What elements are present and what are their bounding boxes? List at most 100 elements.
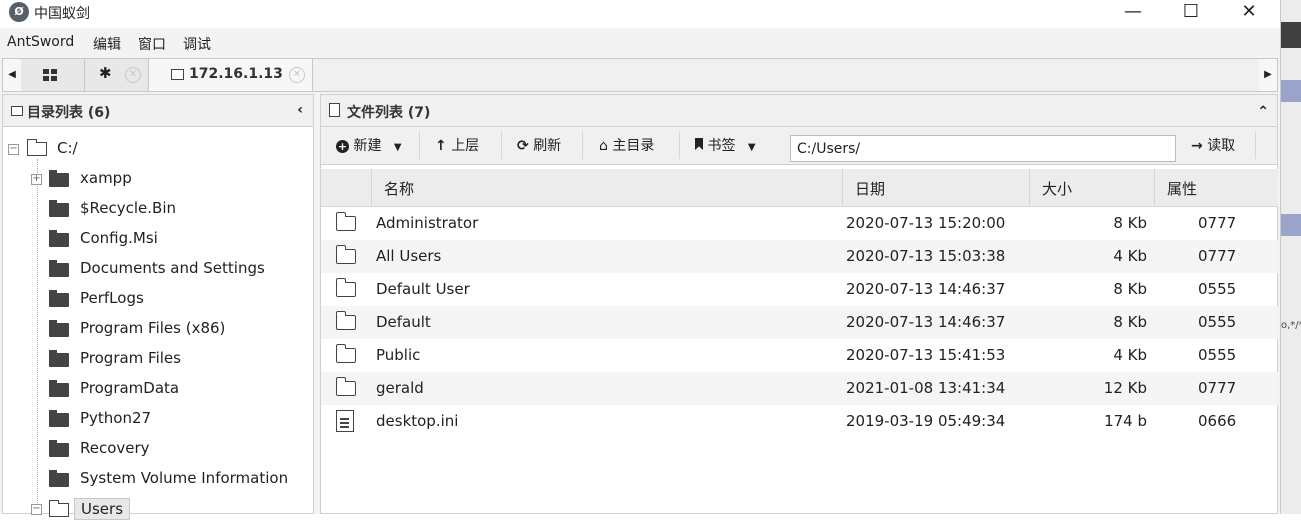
new-button[interactable]: + 新建 ▼ xyxy=(336,135,402,155)
home-directory-button[interactable]: ⌂ 主目录 xyxy=(599,135,654,155)
collapse-tree-icon[interactable]: − xyxy=(31,504,42,515)
file-size: 8 Kb xyxy=(1113,280,1147,298)
bookmark-button[interactable]: 书签 ▼ xyxy=(695,135,756,155)
folder-open-icon xyxy=(48,500,69,517)
tree-item-label: PerfLogs xyxy=(80,289,144,307)
minimize-button[interactable]: — xyxy=(1104,0,1162,28)
column-header-attributes[interactable]: 属性 xyxy=(1154,169,1278,207)
folder-icon xyxy=(335,245,356,264)
antsword-logo-icon: Ø xyxy=(9,2,29,22)
directory-panel-header: 目录列表 (6) ‹ xyxy=(3,95,313,127)
tree-item-programdata[interactable]: ProgramData xyxy=(3,374,313,404)
file-name: gerald xyxy=(376,379,424,397)
table-row[interactable]: Default User 2020-07-13 14:46:37 8 Kb 05… xyxy=(321,273,1278,306)
folder-icon xyxy=(49,380,69,397)
tab-shell-close-icon[interactable]: ✕ xyxy=(289,67,305,83)
home-button-label: 主目录 xyxy=(612,138,655,154)
path-input[interactable] xyxy=(790,135,1176,162)
folder-icon xyxy=(49,290,69,307)
file-date: 2021-01-08 13:41:34 xyxy=(846,379,1006,397)
tab-scroll-left-button[interactable]: ◀ xyxy=(3,59,21,91)
collapse-left-icon[interactable]: ‹ xyxy=(297,102,303,118)
tree-item-program-files[interactable]: Program Files xyxy=(3,344,313,374)
menu-debug[interactable]: 调试 xyxy=(183,34,211,54)
tab-settings-close-icon[interactable]: ✕ xyxy=(125,67,141,83)
maximize-button[interactable]: ☐ xyxy=(1162,0,1220,28)
tree-item-program-files-x86[interactable]: Program Files (x86) xyxy=(3,314,313,344)
table-row[interactable]: All Users 2020-07-13 15:03:38 4 Kb 0777 xyxy=(321,240,1278,273)
file-date: 2020-07-13 14:46:37 xyxy=(846,280,1006,298)
tree-item-python27[interactable]: Python27 xyxy=(3,404,313,434)
background-highlight-bar xyxy=(1281,214,1301,236)
tree-item-users[interactable]: − Users xyxy=(3,494,313,524)
column-header-size[interactable]: 大小 xyxy=(1029,169,1154,207)
tree-item-label: $Recycle.Bin xyxy=(80,199,177,217)
arrow-up-icon: ↑ xyxy=(435,138,447,154)
tree-item-config-msi[interactable]: Config.Msi xyxy=(3,224,313,254)
caret-down-icon: ▼ xyxy=(393,142,402,153)
table-row[interactable]: Administrator 2020-07-13 15:20:00 8 Kb 0… xyxy=(321,207,1278,240)
tree-item-label: xampp xyxy=(80,169,132,187)
table-row[interactable]: Public 2020-07-13 15:41:53 4 Kb 0555 xyxy=(321,339,1278,372)
column-header-date[interactable]: 日期 xyxy=(842,169,1029,207)
menu-edit[interactable]: 编辑 xyxy=(93,34,121,54)
tree-item-root[interactable]: − C:/ xyxy=(3,134,313,164)
folder-icon xyxy=(49,320,69,337)
file-attributes: 0666 xyxy=(1198,412,1237,430)
file-name: Default User xyxy=(376,280,470,298)
file-name: Default xyxy=(376,313,431,331)
up-button[interactable]: ↑ 上层 xyxy=(435,135,479,155)
folder-icon xyxy=(335,344,356,363)
file-date: 2020-07-13 15:03:38 xyxy=(846,247,1006,265)
read-button[interactable]: → 读取 xyxy=(1191,135,1235,155)
file-attributes: 0777 xyxy=(1198,247,1237,265)
table-row[interactable]: gerald 2021-01-08 13:41:34 12 Kb 0777 xyxy=(321,372,1278,405)
refresh-icon: ⟳ xyxy=(517,138,529,154)
file-panel-title: 文件列表 (7) xyxy=(347,105,431,121)
bookmark-button-label: 书签 xyxy=(707,138,736,154)
table-row[interactable]: desktop.ini 2019-03-19 05:49:34 174 b 06… xyxy=(321,405,1278,438)
file-size: 4 Kb xyxy=(1113,247,1147,265)
bookmark-icon xyxy=(695,138,703,150)
expand-tree-icon[interactable]: + xyxy=(31,174,42,185)
tree-item-recovery[interactable]: Recovery xyxy=(3,434,313,464)
tree-item-xampp[interactable]: + xampp xyxy=(3,164,313,194)
tree-item-recycle-bin[interactable]: $Recycle.Bin xyxy=(3,194,313,224)
menu-window[interactable]: 窗口 xyxy=(138,34,166,54)
menu-antsword[interactable]: AntSword xyxy=(7,34,74,50)
grid-icon xyxy=(43,69,57,81)
tab-scroll-right-button[interactable]: ▶ xyxy=(1259,59,1277,91)
collapse-tree-icon[interactable]: − xyxy=(8,144,19,155)
column-header-name[interactable]: 名称 xyxy=(371,169,842,207)
tab-shell-172-16-1-13[interactable]: 172.16.1.13 ✕ xyxy=(149,59,313,91)
tab-home[interactable] xyxy=(21,59,85,91)
directory-panel: 目录列表 (6) ‹ − C:/ + xampp $Recycle.Bin Co… xyxy=(2,94,314,520)
caret-down-icon: ▼ xyxy=(747,142,756,153)
tree-item-perflogs[interactable]: PerfLogs xyxy=(3,284,313,314)
tree-item-label: Python27 xyxy=(80,409,152,427)
table-row[interactable]: Default 2020-07-13 14:46:37 8 Kb 0555 xyxy=(321,306,1278,339)
file-icon xyxy=(329,103,340,117)
antsword-window: Ø 中国蚁剑 — ☐ ✕ AntSword 编辑 窗口 调试 ◀ ✱ ✕ 172… xyxy=(0,0,1280,520)
tree-item-label: System Volume Information xyxy=(80,469,289,487)
close-window-button[interactable]: ✕ xyxy=(1220,0,1278,28)
folder-icon xyxy=(335,377,356,396)
file-attributes: 0555 xyxy=(1198,280,1237,298)
tab-bar: ◀ ✱ ✕ 172.16.1.13 ✕ ▶ xyxy=(2,58,1278,92)
tree-item-label: Documents and Settings xyxy=(80,259,265,277)
refresh-button[interactable]: ⟳ 刷新 xyxy=(517,135,561,155)
folder-icon xyxy=(335,212,356,231)
tree-item-documents-and-settings[interactable]: Documents and Settings xyxy=(3,254,313,284)
tree-item-label: Program Files xyxy=(80,349,181,367)
menu-bar: AntSword 编辑 窗口 调试 xyxy=(0,30,1280,56)
collapse-up-icon[interactable]: ⌃ xyxy=(1257,104,1269,120)
file-size: 8 Kb xyxy=(1113,313,1147,331)
file-size: 8 Kb xyxy=(1113,214,1147,232)
file-table-header: 名称 日期 大小 属性 xyxy=(321,169,1278,207)
folder-icon xyxy=(171,69,184,80)
tree-item-system-volume-information[interactable]: System Volume Information xyxy=(3,464,313,494)
file-name: Administrator xyxy=(376,214,479,232)
tab-settings[interactable]: ✱ ✕ xyxy=(85,59,149,91)
folder-icon xyxy=(49,410,69,427)
background-text-fragment: o,*/* xyxy=(1281,320,1301,331)
